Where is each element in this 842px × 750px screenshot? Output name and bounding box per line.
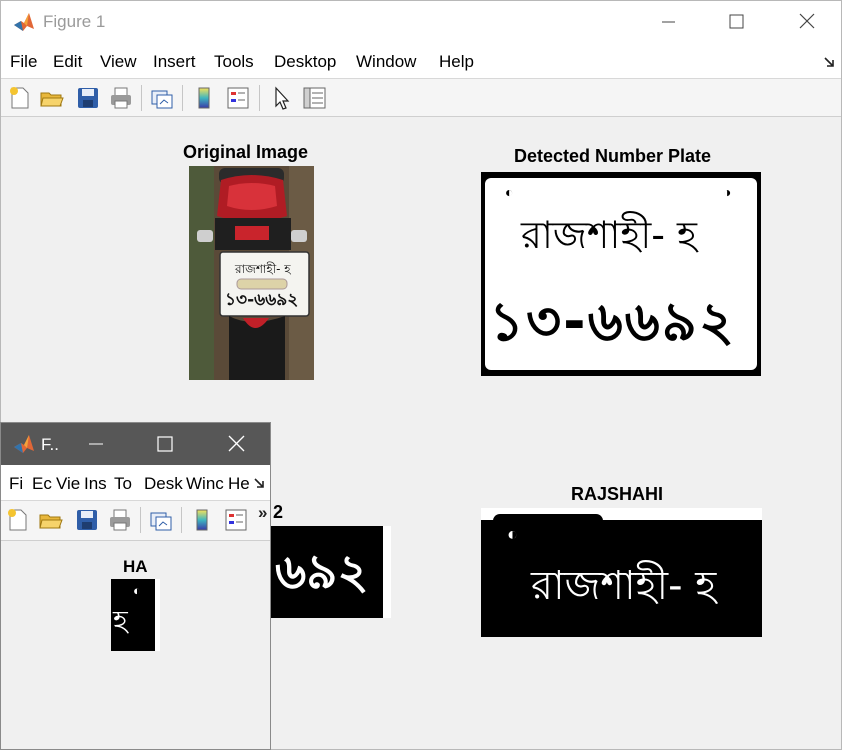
maximize-icon <box>729 14 744 29</box>
link-plot-icon[interactable] <box>148 507 174 533</box>
menu-bar: File Edit View Insert Tools Desktop Wind… <box>1 43 841 79</box>
matlab-logo-icon <box>14 435 34 453</box>
rivet-mark: ◑ <box>723 184 732 200</box>
menu-view[interactable]: Vie <box>56 474 80 494</box>
print-icon[interactable] <box>108 85 134 111</box>
close-button[interactable] <box>784 1 830 43</box>
link-plot-icon[interactable] <box>149 85 175 111</box>
toolbar-separator <box>259 85 260 111</box>
matlab-logo-icon <box>14 13 34 31</box>
ha-crop-text: হ <box>113 604 128 637</box>
menu-desktop[interactable]: Desktop <box>274 52 336 72</box>
insert-colorbar-icon[interactable] <box>191 85 217 111</box>
close-icon <box>799 13 815 29</box>
axes-title-city: RAJSHAHI <box>571 484 664 504</box>
minimize-icon[interactable] <box>85 433 109 455</box>
menu-desktop[interactable]: Desk <box>144 474 183 494</box>
original-image[interactable]: রাজশাহী- হ ১৩-৬৬৯২ <box>189 166 314 380</box>
toolbar-separator <box>140 507 141 533</box>
minimize-button[interactable] <box>645 1 691 43</box>
figure-toolbar: » <box>1 501 270 541</box>
number-crop-text: ৬৯২ <box>275 544 369 600</box>
print-icon[interactable] <box>107 507 133 533</box>
dock-arrow-icon[interactable] <box>823 55 837 69</box>
detected-plate-image[interactable]: ◐ ◑ রাজশাহী- হ ১৩-৬৬৯২ <box>481 172 761 376</box>
maximize-button[interactable] <box>713 1 759 43</box>
dock-arrow-icon[interactable] <box>253 476 267 490</box>
menu-edit[interactable]: Ec <box>32 474 52 494</box>
title-bar[interactable]: F.. <box>1 423 270 465</box>
axes-title-number: 2 <box>273 502 284 522</box>
city-crop-image[interactable]: ◐ রাজশাহী- হ <box>481 508 762 637</box>
photo-plate-line2: ১৩-৬৬৯২ <box>225 290 299 310</box>
new-figure-icon[interactable] <box>7 85 33 111</box>
ha-crop-image[interactable]: ◐ হ <box>111 579 160 651</box>
maximize-icon[interactable] <box>154 433 178 455</box>
save-icon[interactable] <box>74 507 100 533</box>
number-crop-image[interactable]: ৬৯২ <box>251 526 391 618</box>
axes-title-original: Original Image <box>183 142 309 162</box>
insert-colorbar-icon[interactable] <box>189 507 215 533</box>
menu-file[interactable]: File <box>10 52 37 72</box>
property-inspector-icon[interactable] <box>301 85 327 111</box>
toolbar-separator <box>182 85 183 111</box>
crop-edge <box>383 526 391 618</box>
menu-edit[interactable]: Edit <box>53 52 82 72</box>
rivet-mark: ◐ <box>505 184 514 200</box>
toolbar-separator <box>141 85 142 111</box>
new-figure-icon[interactable] <box>5 507 31 533</box>
axes-title-detected: Detected Number Plate <box>514 146 712 166</box>
toolbar-overflow-button[interactable]: » <box>258 503 267 523</box>
figure-toolbar <box>1 79 841 117</box>
edit-plot-icon[interactable] <box>268 85 294 111</box>
detected-plate-line2: ১৩-৬৬৯২ <box>489 290 736 353</box>
rivet-mark: ◐ <box>133 583 141 598</box>
detected-plate-line1: রাজশাহী- হ <box>521 213 698 257</box>
open-file-icon[interactable] <box>39 85 65 111</box>
menu-insert[interactable]: Ins <box>84 474 107 494</box>
menu-window[interactable]: Window <box>356 52 416 72</box>
open-file-icon[interactable] <box>38 507 64 533</box>
title-bar[interactable]: Figure 1 <box>1 1 841 43</box>
insert-legend-icon[interactable] <box>223 507 249 533</box>
toolbar-separator <box>181 507 182 533</box>
menu-tools[interactable]: Tools <box>214 52 254 72</box>
menu-file[interactable]: Fi <box>9 474 23 494</box>
window-title: F.. <box>41 435 59 454</box>
rivet-mark: ◐ <box>507 524 518 544</box>
menu-view[interactable]: View <box>100 52 137 72</box>
menu-insert[interactable]: Insert <box>153 52 196 72</box>
menu-help[interactable]: He <box>228 474 250 494</box>
minimize-icon <box>662 21 675 23</box>
menu-tools[interactable]: To <box>114 474 132 494</box>
window-title: Figure 1 <box>43 12 106 31</box>
insert-legend-icon[interactable] <box>225 85 251 111</box>
figure-window-small: F.. Fi Ec Vie Ins To Desk Winc He » HA ◐… <box>0 422 271 750</box>
menu-help[interactable]: Help <box>439 52 474 72</box>
photo-plate-line1: রাজশাহী- হ <box>235 262 291 276</box>
menu-window[interactable]: Winc <box>186 474 224 494</box>
city-crop-text: রাজশাহী- হ <box>531 563 717 609</box>
menu-bar: Fi Ec Vie Ins To Desk Winc He <box>1 465 270 501</box>
save-icon[interactable] <box>75 85 101 111</box>
axes-title-ha: HA <box>123 557 148 576</box>
close-icon[interactable] <box>225 433 249 455</box>
